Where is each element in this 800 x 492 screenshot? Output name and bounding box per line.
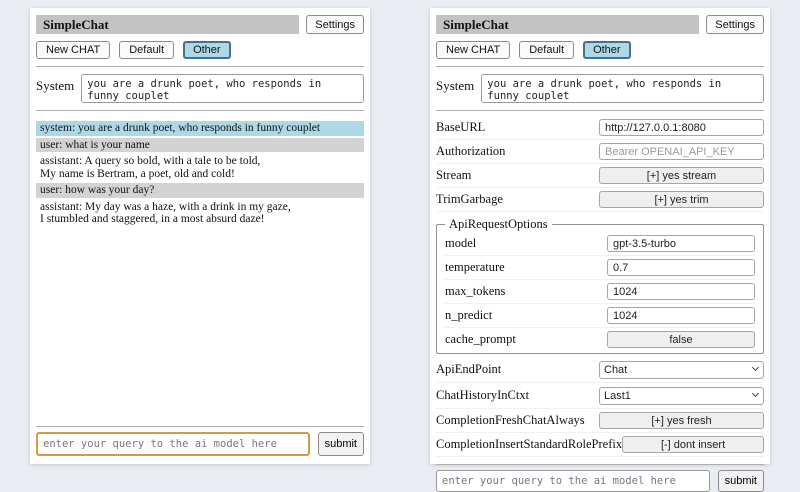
model-input[interactable] bbox=[607, 235, 755, 252]
divider bbox=[36, 426, 364, 427]
completionfresh-toggle-button[interactable]: [+] yes fresh bbox=[599, 412, 764, 429]
cache-prompt-label: cache_prompt bbox=[445, 332, 516, 347]
baseurl-input[interactable] bbox=[599, 119, 764, 136]
app-title: SimpleChat bbox=[436, 15, 699, 34]
chat-message-assistant: assistant: A query so bold, with a tale … bbox=[36, 154, 364, 181]
tab-default[interactable]: Default bbox=[519, 41, 574, 59]
setting-row-cache-prompt: cache_prompt false bbox=[445, 328, 755, 351]
system-label: System bbox=[436, 74, 474, 94]
toolbar: New CHAT Default Other bbox=[436, 41, 764, 59]
cache-prompt-toggle-button[interactable]: false bbox=[607, 331, 755, 348]
header: SimpleChat Settings bbox=[36, 15, 364, 34]
divider bbox=[436, 110, 764, 111]
setting-row-baseurl: BaseURL bbox=[436, 116, 764, 140]
app-title: SimpleChat bbox=[36, 15, 299, 34]
divider bbox=[36, 66, 364, 67]
model-label: model bbox=[445, 236, 476, 251]
settings-button[interactable]: Settings bbox=[306, 15, 364, 34]
trimgarbage-toggle-button[interactable]: [+] yes trim bbox=[599, 191, 764, 208]
baseurl-label: BaseURL bbox=[436, 120, 485, 135]
divider bbox=[36, 110, 364, 111]
setting-row-max-tokens: max_tokens bbox=[445, 280, 755, 304]
setting-row-temperature: temperature bbox=[445, 256, 755, 280]
header: SimpleChat Settings bbox=[436, 15, 764, 34]
completionfresh-label: CompletionFreshChatAlways bbox=[436, 413, 585, 428]
n-predict-label: n_predict bbox=[445, 308, 492, 323]
setting-row-completioninsert: CompletionInsertStandardRolePrefix [-] d… bbox=[436, 433, 764, 457]
stream-toggle-button[interactable]: [+] yes stream bbox=[599, 167, 764, 184]
system-prompt-input[interactable]: you are a drunk poet, who responds in fu… bbox=[481, 74, 764, 103]
setting-row-chathistoryinctxt: ChatHistoryInCtxt Last1 bbox=[436, 383, 764, 409]
new-chat-button[interactable]: New CHAT bbox=[36, 41, 110, 59]
system-label: System bbox=[36, 74, 74, 94]
spacer bbox=[36, 229, 364, 420]
chathistoryinctxt-select[interactable]: Last1 bbox=[599, 387, 764, 405]
authorization-label: Authorization bbox=[436, 144, 505, 159]
submit-button[interactable]: submit bbox=[718, 470, 764, 492]
system-prompt-row: System you are a drunk poet, who respond… bbox=[36, 74, 364, 103]
divider bbox=[436, 464, 764, 465]
tab-other[interactable]: Other bbox=[583, 41, 631, 59]
api-request-options-legend: ApiRequestOptions bbox=[445, 217, 552, 232]
apiendpoint-select[interactable]: Chat bbox=[599, 361, 764, 379]
apiendpoint-select-wrap: Chat bbox=[599, 360, 764, 379]
trimgarbage-label: TrimGarbage bbox=[436, 192, 503, 207]
max-tokens-label: max_tokens bbox=[445, 284, 505, 299]
setting-row-n-predict: n_predict bbox=[445, 304, 755, 328]
setting-row-stream: Stream [+] yes stream bbox=[436, 164, 764, 188]
tab-other[interactable]: Other bbox=[183, 41, 231, 59]
stream-label: Stream bbox=[436, 168, 471, 183]
api-request-options-group: ApiRequestOptions model temperature max_… bbox=[436, 217, 764, 354]
query-input[interactable] bbox=[36, 432, 310, 456]
submit-button[interactable]: submit bbox=[318, 432, 364, 456]
query-row: submit bbox=[436, 470, 764, 492]
toolbar: New CHAT Default Other bbox=[36, 41, 364, 59]
setting-row-trimgarbage: TrimGarbage [+] yes trim bbox=[436, 188, 764, 212]
chat-message-system: system: you are a drunk poet, who respon… bbox=[36, 121, 364, 136]
temperature-input[interactable] bbox=[607, 259, 755, 276]
chat-message-assistant: assistant: My day was a haze, with a dri… bbox=[36, 200, 364, 227]
completioninsert-label: CompletionInsertStandardRolePrefix bbox=[436, 437, 622, 452]
setting-row-model: model bbox=[445, 232, 755, 256]
query-row: submit bbox=[36, 432, 364, 456]
chat-panel: SimpleChat Settings New CHAT Default Oth… bbox=[30, 8, 370, 464]
chathistoryinctxt-label: ChatHistoryInCtxt bbox=[436, 388, 529, 403]
setting-row-apiendpoint: ApiEndPoint Chat bbox=[436, 357, 764, 383]
settings-panel: SimpleChat Settings New CHAT Default Oth… bbox=[430, 8, 770, 464]
n-predict-input[interactable] bbox=[607, 307, 755, 324]
settings-button[interactable]: Settings bbox=[706, 15, 764, 34]
apiendpoint-label: ApiEndPoint bbox=[436, 362, 501, 377]
chat-message-user: user: what is your name bbox=[36, 138, 364, 153]
temperature-label: temperature bbox=[445, 260, 505, 275]
chathistoryinctxt-select-wrap: Last1 bbox=[599, 386, 764, 405]
query-input[interactable] bbox=[436, 470, 710, 492]
completioninsert-toggle-button[interactable]: [-] dont insert bbox=[622, 436, 764, 453]
chat-message-user: user: how was your day? bbox=[36, 183, 364, 198]
system-prompt-row: System you are a drunk poet, who respond… bbox=[436, 74, 764, 103]
setting-row-authorization: Authorization bbox=[436, 140, 764, 164]
system-prompt-input[interactable]: you are a drunk poet, who responds in fu… bbox=[81, 74, 364, 103]
divider bbox=[436, 66, 764, 67]
chat-history: system: you are a drunk poet, who respon… bbox=[36, 121, 364, 229]
max-tokens-input[interactable] bbox=[607, 283, 755, 300]
new-chat-button[interactable]: New CHAT bbox=[436, 41, 510, 59]
setting-row-completionfresh: CompletionFreshChatAlways [+] yes fresh bbox=[436, 409, 764, 433]
authorization-input[interactable] bbox=[599, 143, 764, 160]
tab-default[interactable]: Default bbox=[119, 41, 174, 59]
